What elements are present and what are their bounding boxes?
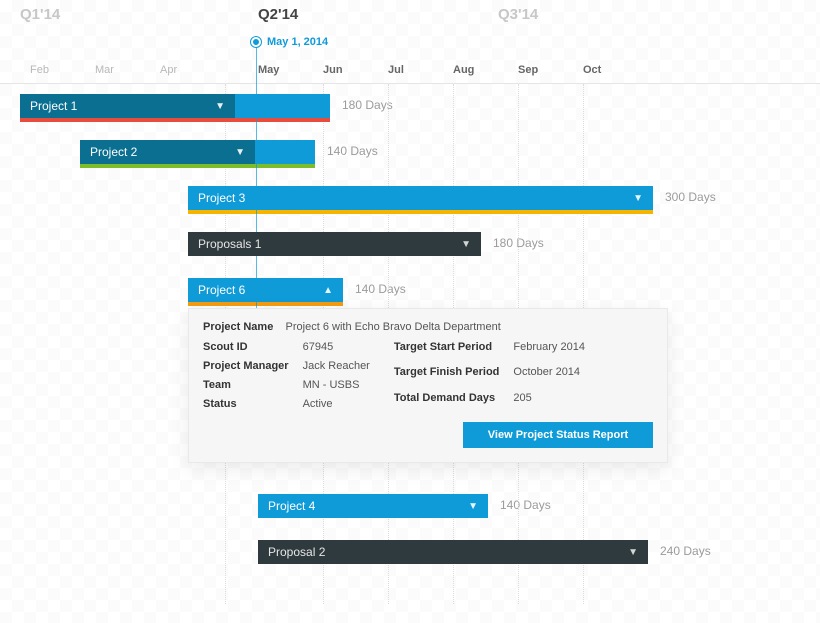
detail-field-value: MN - USBS xyxy=(303,379,370,391)
duration-label: 140 Days xyxy=(327,144,378,158)
chevron-down-icon: ▼ xyxy=(633,193,643,204)
status-stripe xyxy=(80,164,315,168)
detail-field-label: Project Manager xyxy=(203,360,289,372)
month-label: Sep xyxy=(518,64,538,76)
view-status-report-button[interactable]: View Project Status Report xyxy=(463,422,653,448)
chevron-down-icon: ▼ xyxy=(461,239,471,250)
detail-field-value: October 2014 xyxy=(513,366,585,384)
detail-field-value: 67945 xyxy=(303,341,370,353)
month-label: Feb xyxy=(30,64,49,76)
chevron-up-icon: ▲ xyxy=(323,285,333,296)
gantt-row: Project 2 ▼ 140 Days xyxy=(0,130,820,176)
detail-field-label: Target Start Period xyxy=(394,341,500,359)
duration-label: 140 Days xyxy=(500,498,551,512)
gantt-bar-project-1[interactable]: Project 1 ▼ xyxy=(20,94,235,118)
detail-field-label: Scout ID xyxy=(203,341,289,353)
quarter-axis: Q1'14 Q2'14 Q3'14 xyxy=(0,0,820,26)
detail-field-value: Jack Reacher xyxy=(303,360,370,372)
gantt-row: Proposal 2 ▼ 240 Days xyxy=(0,530,820,576)
duration-label: 300 Days xyxy=(665,190,716,204)
month-label: Mar xyxy=(95,64,114,76)
month-label: Jun xyxy=(323,64,343,76)
chevron-down-icon: ▼ xyxy=(628,547,638,558)
detail-field-value: Active xyxy=(303,398,370,410)
gantt-bar-proposals-1[interactable]: Proposals 1 ▼ xyxy=(188,232,481,256)
project-details-panel: Project Name Project 6 with Echo Bravo D… xyxy=(188,308,668,463)
gantt-row: Project 4 ▼ 140 Days xyxy=(0,484,820,530)
month-label: Jul xyxy=(388,64,404,76)
gantt-row: Proposals 1▼180 Days xyxy=(0,222,820,268)
gantt-bar-tail xyxy=(235,94,330,118)
gantt-bar-label: Project 2 xyxy=(90,145,137,159)
quarter-label: Q3'14 xyxy=(498,6,538,23)
month-label: Oct xyxy=(583,64,601,76)
today-dot-icon xyxy=(251,37,261,47)
today-marker: May 1, 2014 xyxy=(251,36,328,48)
detail-field-value: 205 xyxy=(513,392,585,410)
detail-field-label: Project Name xyxy=(203,321,273,333)
gantt-bar-project-6[interactable]: Project 6 ▲ xyxy=(188,278,343,302)
today-label: May 1, 2014 xyxy=(267,36,328,48)
gantt-bar-label: Proposals 1 xyxy=(198,237,261,251)
chevron-down-icon: ▼ xyxy=(468,501,478,512)
quarter-label: Q1'14 xyxy=(20,6,60,23)
status-stripe xyxy=(188,302,343,306)
duration-label: 240 Days xyxy=(660,544,711,558)
detail-field-label: Status xyxy=(203,398,289,410)
gantt-bar-project-4[interactable]: Project 4 ▼ xyxy=(258,494,488,518)
gantt-bar-label: Proposal 2 xyxy=(268,545,325,559)
chevron-down-icon: ▼ xyxy=(215,101,225,112)
gantt-bar-tail xyxy=(255,140,315,164)
detail-field-label: Team xyxy=(203,379,289,391)
detail-field-label: Total Demand Days xyxy=(394,392,500,410)
duration-label: 140 Days xyxy=(355,282,406,296)
month-axis: Feb Mar Apr May Jun Jul Aug Sep Oct xyxy=(0,54,820,84)
month-label: May xyxy=(258,64,279,76)
detail-field-label: Target Finish Period xyxy=(394,366,500,384)
quarter-label: Q2'14 xyxy=(258,6,298,23)
gantt-bar-label: Project 4 xyxy=(268,499,315,513)
status-stripe xyxy=(188,210,653,214)
detail-field-value: Project 6 with Echo Bravo Delta Departme… xyxy=(286,321,501,333)
detail-field-value: February 2014 xyxy=(513,341,585,359)
gantt-row: Project 3 ▼ 300 Days xyxy=(0,176,820,222)
chevron-down-icon: ▼ xyxy=(235,147,245,158)
gantt-bar-label: Project 1 xyxy=(30,99,77,113)
month-label: Apr xyxy=(160,64,177,76)
gantt-row: Project 1 ▼ 180 Days xyxy=(0,84,820,130)
gantt-bar-proposal-2[interactable]: Proposal 2 ▼ xyxy=(258,540,648,564)
gantt-bar-label: Project 3 xyxy=(198,191,245,205)
duration-label: 180 Days xyxy=(342,98,393,112)
status-stripe xyxy=(20,118,330,122)
month-label: Aug xyxy=(453,64,474,76)
gantt-bar-label: Project 6 xyxy=(198,283,245,297)
gantt-bar-project-3[interactable]: Project 3 ▼ xyxy=(188,186,653,210)
gantt-bar-project-2[interactable]: Project 2 ▼ xyxy=(80,140,255,164)
